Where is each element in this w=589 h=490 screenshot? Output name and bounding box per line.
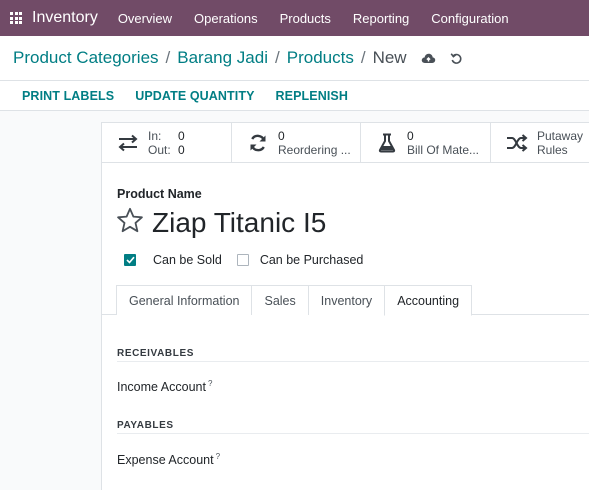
breadcrumb-current: New	[372, 48, 407, 67]
breadcrumb-products[interactable]: Products	[287, 48, 354, 68]
product-name-row: Ziap Titanic I5	[116, 207, 326, 239]
can-be-purchased-checkbox[interactable]	[236, 254, 249, 266]
transfer-arrows-icon	[116, 131, 140, 155]
action-buttons-bar: PRINT LABELS UPDATE QUANTITY REPLENISH	[0, 81, 589, 111]
bom-label: Bill Of Mate...	[407, 143, 480, 157]
product-name-input[interactable]: Ziap Titanic I5	[152, 207, 326, 239]
receivables-divider	[117, 361, 589, 362]
favorite-star-icon[interactable]	[116, 207, 144, 239]
tab-general-information[interactable]: General Information	[116, 285, 253, 315]
reordering-label: Reordering ...	[278, 143, 351, 157]
income-account-label-text: Income Account	[117, 380, 206, 395]
nav-overview[interactable]: Overview	[118, 11, 172, 26]
product-name-label: Product Name	[117, 187, 202, 201]
nav-reporting[interactable]: Reporting	[353, 11, 409, 26]
nav-products[interactable]: Products	[280, 11, 331, 26]
bom-value: 0	[407, 129, 414, 143]
payables-section-title: PAYABLES	[117, 420, 174, 431]
reordering-smart-button[interactable]: 0 Reordering ...	[232, 123, 361, 163]
putaway-label-line2: Rules	[537, 143, 568, 157]
income-account-label: Income Account?	[117, 379, 212, 394]
putaway-rules-smart-button[interactable]: Putaway Rules	[491, 123, 589, 163]
payables-divider	[117, 433, 589, 434]
receivables-section-title: RECEIVABLES	[117, 348, 194, 359]
can-be-sold-label[interactable]: Can be Sold	[153, 253, 222, 267]
breadcrumb-separator: /	[360, 48, 366, 67]
update-quantity-button[interactable]: UPDATE QUANTITY	[135, 89, 254, 103]
form-sheet: In: 0 Out: 0 0 Reordering ... 0 Bill Of Ma…	[101, 122, 589, 490]
shuffle-icon	[505, 131, 529, 155]
expense-account-label: Expense Account?	[117, 452, 220, 467]
in-value: 0	[178, 129, 185, 143]
tab-accounting[interactable]: Accounting	[384, 285, 473, 316]
breadcrumb-separator: /	[275, 48, 280, 67]
tab-inventory[interactable]: Inventory	[307, 285, 386, 315]
out-value: 0	[178, 143, 185, 157]
breadcrumb-product-categories[interactable]: Product Categories	[13, 48, 159, 68]
in-out-smart-button[interactable]: In: 0 Out: 0	[102, 123, 232, 163]
expense-account-label-text: Expense Account	[117, 453, 214, 468]
discard-undo-icon[interactable]	[450, 52, 463, 65]
breadcrumb-separator: /	[165, 48, 171, 67]
notebook-tabs: General Information Sales Inventory Acco…	[116, 285, 473, 316]
app-brand[interactable]: Inventory	[32, 9, 98, 27]
income-account-help-icon[interactable]: ?	[208, 379, 212, 388]
putaway-label-line1: Putaway	[537, 129, 584, 143]
save-cloud-icon[interactable]	[421, 52, 436, 65]
breadcrumb-barang-jadi[interactable]: Barang Jadi	[177, 48, 268, 68]
expense-account-help-icon[interactable]: ?	[216, 452, 220, 461]
nav-configuration[interactable]: Configuration	[431, 11, 508, 26]
flask-icon	[375, 131, 399, 155]
smart-buttons: In: 0 Out: 0 0 Reordering ... 0 Bill Of Ma…	[102, 123, 589, 163]
replenish-button[interactable]: REPLENISH	[276, 89, 348, 103]
top-navbar: Inventory Overview Operations Products R…	[0, 0, 589, 36]
bom-smart-button[interactable]: 0 Bill Of Mate...	[361, 123, 491, 163]
can-be-sold-checkbox[interactable]	[124, 254, 136, 266]
tab-sales[interactable]: Sales	[251, 285, 309, 315]
breadcrumb: Product Categories / Barang Jadi / Produ…	[0, 36, 589, 81]
nav-operations[interactable]: Operations	[194, 11, 258, 26]
reordering-value: 0	[278, 129, 285, 143]
can-be-purchased-label[interactable]: Can be Purchased	[260, 253, 364, 267]
refresh-icon	[246, 131, 270, 155]
in-label: In:	[148, 129, 162, 143]
apps-menu-icon[interactable]	[0, 0, 32, 36]
sale-purchase-checkboxes: Can be Sold Can be Purchased	[124, 253, 378, 267]
out-label: Out:	[148, 143, 171, 157]
print-labels-button[interactable]: PRINT LABELS	[22, 89, 114, 103]
